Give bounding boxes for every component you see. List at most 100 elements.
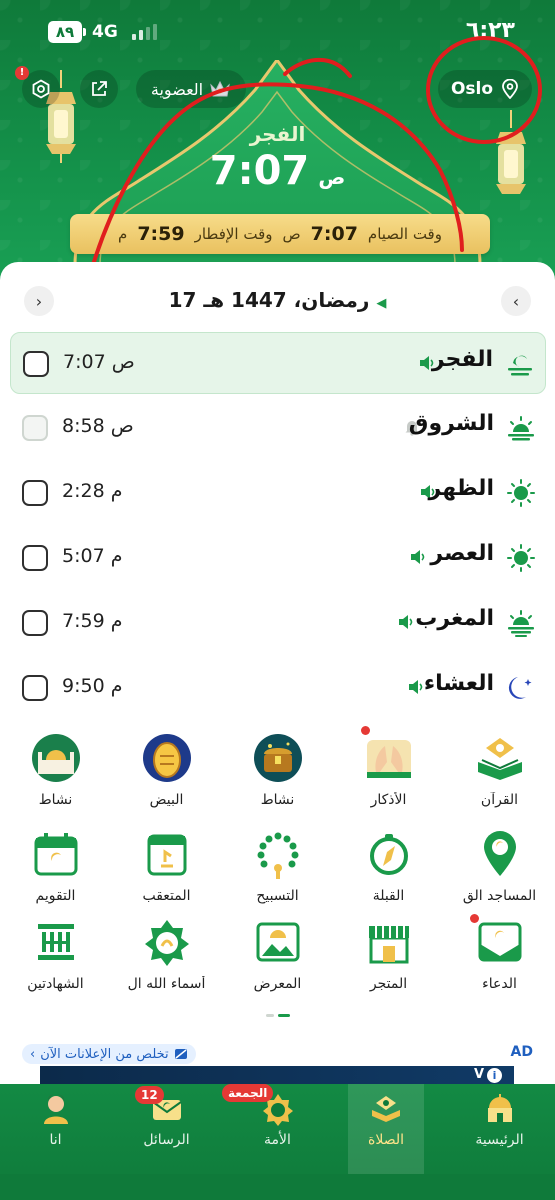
feature-store[interactable]: المتجر [333,916,444,992]
feature-label: نشاط [260,792,295,808]
sunrise-icon [508,416,534,441]
suhoor-label: وقت الصيام [367,225,442,243]
prayer-row-isha[interactable]: 9:50 م العشاء [10,657,546,719]
prayer-time: 5:07 م [62,545,123,567]
home-mosque-icon [483,1092,517,1126]
feature-adhkar[interactable]: الأذكار [333,726,444,808]
store-icon [363,916,415,968]
feature-gallery[interactable]: المعرض [222,916,333,992]
header: ٨٩ 4G ٦:٢٣ ! العضوية Oslo الفجر ص 7:07 م… [0,0,555,300]
battery-indicator: ٨٩ [48,21,86,43]
ad-banner[interactable]: V i [40,1066,514,1086]
nav-prayer[interactable]: الصلاة [348,1084,424,1174]
prayer-row-sunrise[interactable]: 8:58 ص الشروق [10,397,546,459]
feature-tasbih[interactable]: التسبيح [222,828,333,904]
prayer-name: الشروق [408,411,494,436]
chevron-left-icon: ‹ [30,1046,36,1062]
feature-activity-mosque[interactable]: نشاط [0,732,111,808]
nav-label: الأمة [264,1132,291,1148]
current-prayer-suffix: ص [318,165,346,189]
treasure-chest-icon [252,732,304,784]
prayer-checkbox[interactable] [22,545,48,571]
feature-shahada[interactable]: الشهادتين [0,916,111,992]
feature-label: المتجر [369,976,408,992]
prayer-time: 2:28 م [62,480,123,502]
feature-activity-chest[interactable]: نشاط [222,732,333,808]
feature-dua[interactable]: الدعاء [444,914,555,992]
nav-home[interactable]: الرئيسية [444,1084,555,1174]
prayer-row-dhuhr[interactable]: 2:28 م الظهر [10,462,546,524]
prayer-checkbox[interactable] [22,675,48,701]
gallery-icon [252,916,304,968]
feature-qibla[interactable]: القبلة [333,828,444,904]
prayer-row-fajr[interactable]: 7:07 ص الفجر [10,332,546,394]
bottom-navigation: الرئيسية الصلاة الجمعة الأمة 12 الرسائل … [0,1084,555,1200]
location-button[interactable]: Oslo [438,70,532,108]
prayer-beads-icon [252,828,304,880]
prayer-checkbox[interactable] [22,610,48,636]
map-pin-icon [474,828,526,880]
prayer-checkbox[interactable] [22,480,48,506]
nav-ummah[interactable]: الجمعة الأمة [222,1084,333,1174]
feature-eggs[interactable]: البيض [111,732,222,808]
nav-messages[interactable]: 12 الرسائل [111,1084,222,1174]
feature-label: المساجد الق [462,888,537,904]
feature-quran[interactable]: القرآن [444,732,555,808]
prayer-name: المغرب [415,606,494,631]
prayer-name: العصر [430,541,494,566]
mosque-icon [30,732,82,784]
membership-button[interactable]: العضوية [136,70,246,108]
feature-tracker[interactable]: المتعقب [111,828,222,904]
status-time: ٦:٢٣ [465,18,515,43]
names-of-allah-icon [141,916,193,968]
feature-label: البيض [149,792,184,808]
feature-label: الشهادتين [27,976,84,992]
current-prayer-time: ص 7:07 [0,148,555,194]
fajr-icon [508,355,532,376]
chevron-left-icon: ‹ [512,291,520,311]
home-indicator-area [0,1174,555,1200]
feature-label: الأذكار [370,792,407,808]
no-ads-icon [174,1049,187,1059]
share-icon [92,81,107,96]
speaker-on-icon[interactable] [396,612,416,632]
feature-label: التسبيح [256,888,299,904]
feature-mosques[interactable]: المساجد الق [444,828,555,904]
prayer-row-asr[interactable]: 5:07 م العصر [10,527,546,589]
feature-names-of-allah[interactable]: أسماء الله ال [111,916,222,992]
sun-icon [507,479,535,507]
notification-dot: ! [15,66,29,80]
previous-day-button[interactable]: ‹ [501,286,531,316]
hijri-date[interactable]: 17 رمضان، 1447 هـ ◀ [0,288,555,312]
remove-ads-button[interactable]: ‹ تخلص من الإعلانات الآن [22,1044,196,1064]
date-row: › 17 رمضان، 1447 هـ ◀ ‹ [0,282,555,322]
location-pin-icon [502,79,518,99]
feature-label: المتعقب [142,888,191,904]
crown-icon [210,80,230,97]
info-icon[interactable]: i [487,1068,502,1083]
nav-label: الرسائل [143,1132,190,1148]
prayer-time: 7:07 ص [63,351,135,373]
feature-label: المعرض [253,976,302,992]
friday-badge: الجمعة [222,1084,274,1102]
feature-label: التقويم [35,888,76,904]
nav-profile[interactable]: انا [0,1084,111,1174]
prayer-name: الفجر [431,347,493,372]
feature-calendar[interactable]: التقويم [0,828,111,904]
iftar-time: 7:59 [137,223,185,245]
shahada-icon [30,916,82,968]
compass-icon [363,828,415,880]
fasting-banner[interactable]: م 7:59 وقت الإفطار ص 7:07 وقت الصيام [70,214,490,254]
ad-label: AD [510,1044,533,1060]
ad-banner-text: V [473,1067,484,1082]
prayer-quran-icon [369,1092,403,1126]
new-dot [360,726,370,735]
share-button[interactable] [80,70,118,108]
dua-envelope-icon [469,914,526,968]
iftar-label: وقت الإفطار [194,225,273,243]
prayer-checkbox[interactable] [23,351,49,377]
prayer-row-maghrib[interactable]: 7:59 م المغرب [10,592,546,654]
sunset-icon [508,610,534,637]
feature-label: القرآن [480,792,519,808]
speaker-on-icon[interactable] [408,547,428,567]
